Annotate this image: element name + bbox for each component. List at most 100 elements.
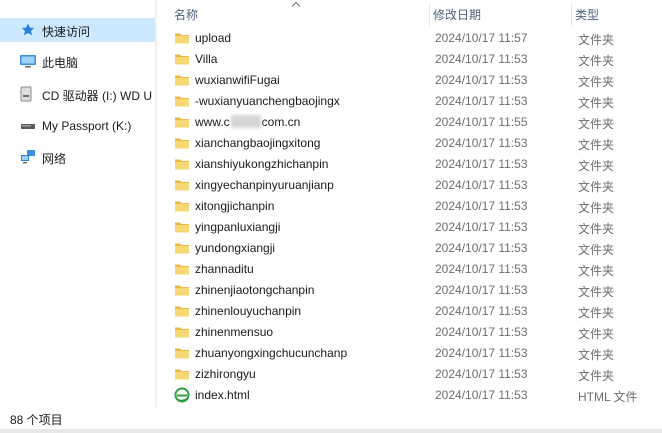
file-type: 文件夹 (578, 54, 615, 68)
nav-item-this-pc[interactable]: 此电脑 (0, 49, 157, 73)
column-divider[interactable] (571, 4, 572, 26)
table-row[interactable]: yingpanluxiangji 2024/10/17 11:53 文件夹 (157, 217, 662, 238)
file-type: 文件夹 (578, 306, 615, 320)
file-name: www.c com.cn (195, 115, 300, 129)
table-row[interactable]: index.html 2024/10/17 11:53 HTML 文件 (157, 385, 662, 406)
file-date: 2024/10/17 11:53 (435, 94, 528, 108)
table-row[interactable]: xingyechanpinyuruanjianp 2024/10/17 11:53… (157, 175, 662, 196)
folder-icon (174, 177, 190, 193)
file-date: 2024/10/17 11:53 (435, 367, 528, 381)
taskbar-edge (0, 429, 662, 433)
file-type: HTML 文件 (578, 390, 638, 404)
file-date: 2024/10/17 11:53 (435, 325, 528, 339)
file-type: 文件夹 (578, 285, 615, 299)
cd-drive-icon (17, 86, 35, 102)
table-row[interactable]: zhuanyongxingchucunchanp 2024/10/17 11:53… (157, 343, 662, 364)
table-row[interactable]: zhinenjiaotongchanpin 2024/10/17 11:53 文件夹 (157, 280, 662, 301)
column-header-name[interactable]: 名称 (174, 0, 429, 28)
computer-icon (19, 53, 37, 69)
file-name: zhinenmensuo (195, 325, 274, 339)
file-date: 2024/10/17 11:53 (435, 136, 528, 150)
table-row[interactable]: www.c com.cn 2024/10/17 11:55 文件夹 (157, 112, 662, 133)
file-name-suffix: com.cn (261, 115, 301, 129)
file-name-prefix: www.c (195, 115, 230, 129)
star-icon (19, 22, 37, 38)
file-type: 文件夹 (578, 327, 615, 341)
file-name: yundongxiangji (195, 241, 276, 255)
redaction-blur (230, 115, 261, 128)
file-type: 文件夹 (578, 96, 615, 110)
column-header-date[interactable]: 修改日期 (433, 0, 571, 28)
file-type: 文件夹 (578, 117, 615, 131)
file-type: 文件夹 (578, 369, 615, 383)
file-date: 2024/10/17 11:53 (435, 241, 528, 255)
file-date: 2024/10/17 11:53 (435, 304, 528, 318)
file-name: zhannaditu (195, 262, 254, 276)
table-row[interactable]: zizhirongyu 2024/10/17 11:53 文件夹 (157, 364, 662, 385)
html-file-icon (174, 387, 190, 403)
nav-item-my-passport[interactable]: My Passport (K:) (0, 114, 157, 138)
file-name: upload (195, 31, 232, 45)
folder-icon (174, 282, 190, 298)
folder-icon (174, 93, 190, 109)
file-type: 文件夹 (578, 159, 615, 173)
folder-icon (174, 366, 190, 382)
file-list-pane: 名称 修改日期 类型 upload 2024/10/17 11:57 文件夹 Vill… (157, 0, 662, 407)
file-date: 2024/10/17 11:53 (435, 220, 528, 234)
file-date: 2024/10/17 11:55 (435, 115, 528, 129)
column-header-row: 名称 修改日期 类型 (157, 0, 662, 28)
file-date: 2024/10/17 11:53 (435, 157, 528, 171)
drive-icon (19, 118, 37, 134)
table-row[interactable]: yundongxiangji 2024/10/17 11:53 文件夹 (157, 238, 662, 259)
table-row[interactable]: xianchangbaojingxitong 2024/10/17 11:53 文件… (157, 133, 662, 154)
table-row[interactable]: upload 2024/10/17 11:57 文件夹 (157, 28, 662, 49)
folder-icon (174, 114, 190, 130)
table-row[interactable]: zhannaditu 2024/10/17 11:53 文件夹 (157, 259, 662, 280)
nav-item-label: CD 驱动器 (I:) WD U (42, 89, 152, 103)
file-name: xianshiyukongzhichanpin (195, 157, 329, 171)
column-divider[interactable] (429, 4, 430, 26)
file-date: 2024/10/17 11:53 (435, 73, 528, 87)
nav-item-network[interactable]: 网络 (0, 145, 157, 169)
nav-item-cd-drive[interactable]: CD 驱动器 (I:) WD U (0, 82, 157, 106)
file-name: xingyechanpinyuruanjianp (195, 178, 334, 192)
table-row[interactable]: xianshiyukongzhichanpin 2024/10/17 11:53 文… (157, 154, 662, 175)
folder-icon (174, 240, 190, 256)
status-bar: 88 个项目 (0, 407, 662, 429)
nav-item-label: 网络 (42, 152, 67, 166)
nav-item-label: 此电脑 (42, 56, 79, 70)
file-type: 文件夹 (578, 75, 615, 89)
file-name: Villa (195, 52, 218, 66)
file-name: yingpanluxiangji (195, 220, 281, 234)
folder-icon (174, 30, 190, 46)
file-type: 文件夹 (578, 222, 615, 236)
file-type: 文件夹 (578, 264, 615, 278)
file-type: 文件夹 (578, 180, 615, 194)
folder-icon (174, 135, 190, 151)
table-row[interactable]: -wuxianyuanchengbaojingx 2024/10/17 11:53… (157, 91, 662, 112)
folder-icon (174, 156, 190, 172)
nav-item-label: My Passport (K:) (42, 119, 132, 133)
folder-icon (174, 345, 190, 361)
file-name: zhuanyongxingchucunchanp (195, 346, 348, 360)
column-header-type[interactable]: 类型 (575, 0, 655, 28)
folder-icon (174, 198, 190, 214)
table-row[interactable]: wuxianwifiFugai 2024/10/17 11:53 文件夹 (157, 70, 662, 91)
item-count: 88 个项目 (10, 413, 63, 427)
file-name: xitongjichanpin (195, 199, 275, 213)
table-row[interactable]: Villa 2024/10/17 11:53 文件夹 (157, 49, 662, 70)
table-row[interactable]: zhinenmensuo 2024/10/17 11:53 文件夹 (157, 322, 662, 343)
file-name: index.html (195, 388, 250, 402)
file-date: 2024/10/17 11:53 (435, 52, 528, 66)
file-date: 2024/10/17 11:53 (435, 346, 528, 360)
table-row[interactable]: zhinenlouyuchanpin 2024/10/17 11:53 文件夹 (157, 301, 662, 322)
nav-item-label: 快速访问 (42, 25, 91, 39)
table-row[interactable]: xitongjichanpin 2024/10/17 11:53 文件夹 (157, 196, 662, 217)
folder-icon (174, 324, 190, 340)
folder-icon (174, 51, 190, 67)
nav-item-quick-access[interactable]: 快速访问 (0, 18, 157, 42)
file-name: zhinenlouyuchanpin (195, 304, 302, 318)
folder-icon (174, 72, 190, 88)
navigation-pane: 快速访问 此电脑 CD 驱动器 (I:) WD U My Passport (K… (0, 0, 157, 407)
file-date: 2024/10/17 11:53 (435, 262, 528, 276)
